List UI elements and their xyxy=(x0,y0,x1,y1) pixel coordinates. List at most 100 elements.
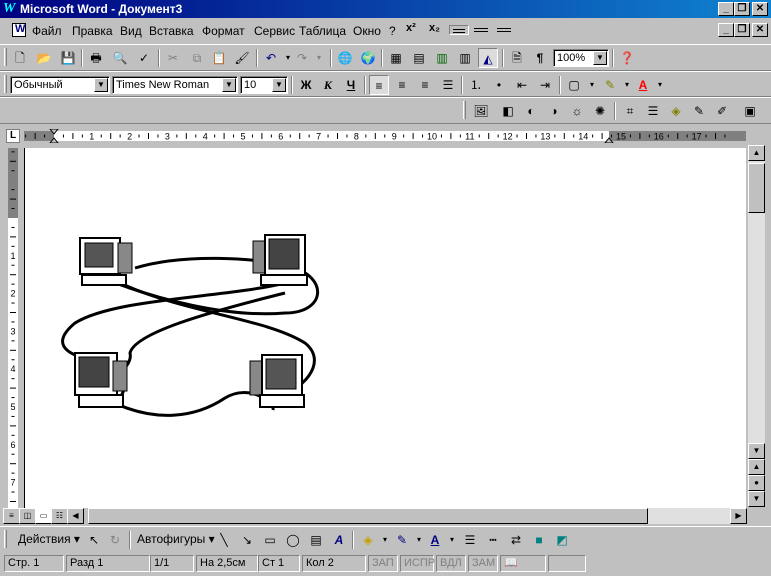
size-combo[interactable]: 10 ▼ xyxy=(240,76,288,94)
menu-file[interactable]: Файл xyxy=(32,24,62,38)
hyperlink-icon[interactable]: 🌐 xyxy=(335,48,355,68)
copy-icon[interactable]: ⧉ xyxy=(187,48,207,68)
line-style-icon[interactable] xyxy=(494,25,514,35)
superscript-button[interactable]: x² xyxy=(406,22,416,34)
chevron-down-icon[interactable]: ▼ xyxy=(94,78,108,92)
scroll-thumb[interactable] xyxy=(748,163,765,213)
select-objects-icon[interactable]: ↖ xyxy=(84,530,104,550)
wordart-icon[interactable]: A xyxy=(329,530,349,550)
maximize-button[interactable]: ❐ xyxy=(734,2,750,16)
bold-button[interactable]: Ж xyxy=(296,75,316,95)
word-icon[interactable]: W xyxy=(3,1,17,16)
font-color-dropdown-icon[interactable]: ▾ xyxy=(442,530,462,550)
arrow-icon[interactable]: ↘ xyxy=(237,530,257,550)
arrow-style-icon[interactable]: ⇄ xyxy=(506,530,526,550)
insert-table-icon[interactable]: ▤ xyxy=(409,48,429,68)
crop-icon[interactable]: ⌗ xyxy=(620,101,640,121)
help-icon[interactable]: ❓ xyxy=(617,48,637,68)
scroll-thumb[interactable] xyxy=(88,508,648,524)
vertical-scrollbar[interactable]: ▲ ▼ ▲ ● ▼ xyxy=(748,145,765,507)
doc-close-button[interactable]: ✕ xyxy=(752,23,768,37)
format-painter-icon[interactable]: 🖌 xyxy=(232,48,252,68)
tables-borders-icon[interactable]: ▦ xyxy=(386,48,406,68)
image-control-icon[interactable]: ◧ xyxy=(498,101,518,121)
more-brightness-icon[interactable]: ☼ xyxy=(567,101,587,121)
borders-icon[interactable]: ▢ xyxy=(564,75,584,95)
show-marks-icon[interactable]: ¶ xyxy=(530,48,550,68)
menu-tools[interactable]: Сервис xyxy=(254,24,295,38)
shadow-icon[interactable]: ■ xyxy=(529,530,549,550)
numbering-icon[interactable]: ⒈ xyxy=(466,75,486,95)
line-icon[interactable]: ╲ xyxy=(214,530,234,550)
increase-indent-icon[interactable]: ⇥ xyxy=(535,75,555,95)
preview-icon[interactable]: 🔍 xyxy=(110,48,130,68)
menu-format[interactable]: Формат xyxy=(202,24,245,38)
bullets-icon[interactable]: • xyxy=(489,75,509,95)
normal-view-button[interactable]: ≡ xyxy=(3,508,20,524)
oval-icon[interactable]: ◯ xyxy=(283,530,303,550)
align-right-icon[interactable]: ≡ xyxy=(415,75,435,95)
drawing-icon[interactable]: ◭ xyxy=(478,48,498,68)
open-icon[interactable]: 📂 xyxy=(34,48,54,68)
spelling-status-icon[interactable]: 📖 xyxy=(500,555,546,572)
scroll-left-button[interactable]: ◀ xyxy=(67,508,84,524)
line-style-icon[interactable]: ☰ xyxy=(460,530,480,550)
decrease-indent-icon[interactable]: ⇤ xyxy=(512,75,532,95)
previous-page-button[interactable]: ▲ xyxy=(748,459,765,475)
horizontal-scrollbar[interactable]: ▶ xyxy=(88,508,747,524)
menu-window[interactable]: Окно xyxy=(353,24,381,38)
web-layout-button[interactable]: ◫ xyxy=(19,508,36,524)
status-track-changes[interactable]: ИСПР xyxy=(400,555,435,572)
cut-icon[interactable]: ✂ xyxy=(163,48,183,68)
new-icon[interactable]: 🗋 xyxy=(10,48,30,68)
text-wrap-icon[interactable]: ◈ xyxy=(666,101,686,121)
document-icon[interactable] xyxy=(12,23,26,37)
document-page[interactable] xyxy=(24,148,746,508)
paste-icon[interactable]: 📋 xyxy=(209,48,229,68)
toolbar-grip[interactable] xyxy=(4,75,7,93)
network-diagram[interactable] xyxy=(25,148,747,508)
line-style-icon[interactable] xyxy=(471,25,491,35)
outline-view-button[interactable]: ☷ xyxy=(51,508,68,524)
document-map-icon[interactable]: 🗎 xyxy=(507,48,527,68)
zoom-combo[interactable]: 100% ▼ xyxy=(553,49,609,67)
more-contrast-icon[interactable]: ◐ xyxy=(521,101,541,121)
toolbar-grip[interactable] xyxy=(463,101,466,119)
autoshapes-menu[interactable]: Автофигуры ▾ xyxy=(137,532,215,546)
format-picture-icon[interactable]: ✎ xyxy=(689,101,709,121)
spelling-icon[interactable]: ✓ xyxy=(134,48,154,68)
web-toolbar-icon[interactable]: 🌍 xyxy=(358,48,378,68)
rectangle-icon[interactable]: ▭ xyxy=(260,530,280,550)
next-page-button[interactable]: ▼ xyxy=(748,491,765,507)
scroll-right-button[interactable]: ▶ xyxy=(730,508,747,524)
menu-insert[interactable]: Вставка xyxy=(149,24,194,38)
minimize-button[interactable]: _ xyxy=(718,2,734,16)
font-combo[interactable]: Times New Roman ▼ xyxy=(112,76,238,94)
doc-restore-button[interactable]: ❐ xyxy=(734,23,750,37)
free-rotate-icon[interactable]: ↻ xyxy=(105,530,125,550)
3d-icon[interactable]: ◩ xyxy=(552,530,572,550)
set-transparent-icon[interactable]: ✐ xyxy=(712,101,732,121)
status-overtype[interactable]: ЗАМ xyxy=(468,555,498,572)
tab-selector[interactable]: L xyxy=(6,129,20,143)
close-button[interactable]: ✕ xyxy=(752,2,768,16)
toolbar-grip[interactable] xyxy=(4,530,7,548)
text-box-icon[interactable]: ▤ xyxy=(306,530,326,550)
underline-button[interactable]: Ч xyxy=(341,75,361,95)
redo-dropdown-icon[interactable]: ▾ xyxy=(309,48,329,68)
insert-excel-icon[interactable]: ▥ xyxy=(432,48,452,68)
toolbar-grip[interactable] xyxy=(4,48,7,66)
less-brightness-icon[interactable]: ✺ xyxy=(590,101,610,121)
chevron-down-icon[interactable]: ▼ xyxy=(222,78,236,92)
less-contrast-icon[interactable]: ◑ xyxy=(544,101,564,121)
menu-edit[interactable]: Правка xyxy=(72,24,113,38)
status-extend[interactable]: ВДЛ xyxy=(436,555,466,572)
print-layout-button[interactable]: ▭ xyxy=(35,508,52,524)
style-combo[interactable]: Обычный ▼ xyxy=(10,76,110,94)
menu-help[interactable]: ? xyxy=(389,24,396,38)
menu-table[interactable]: Таблица xyxy=(299,24,346,38)
line-style-icon[interactable]: ☰ xyxy=(643,101,663,121)
font-color-dropdown-icon[interactable]: ▾ xyxy=(650,75,670,95)
vertical-ruler[interactable]: 1 2 3 4 5 6 7 xyxy=(6,148,20,508)
horizontal-ruler[interactable]: 1 2 3 4 5 6 7 8 9 10 11 12 13 14 15 16 17 xyxy=(24,129,746,143)
